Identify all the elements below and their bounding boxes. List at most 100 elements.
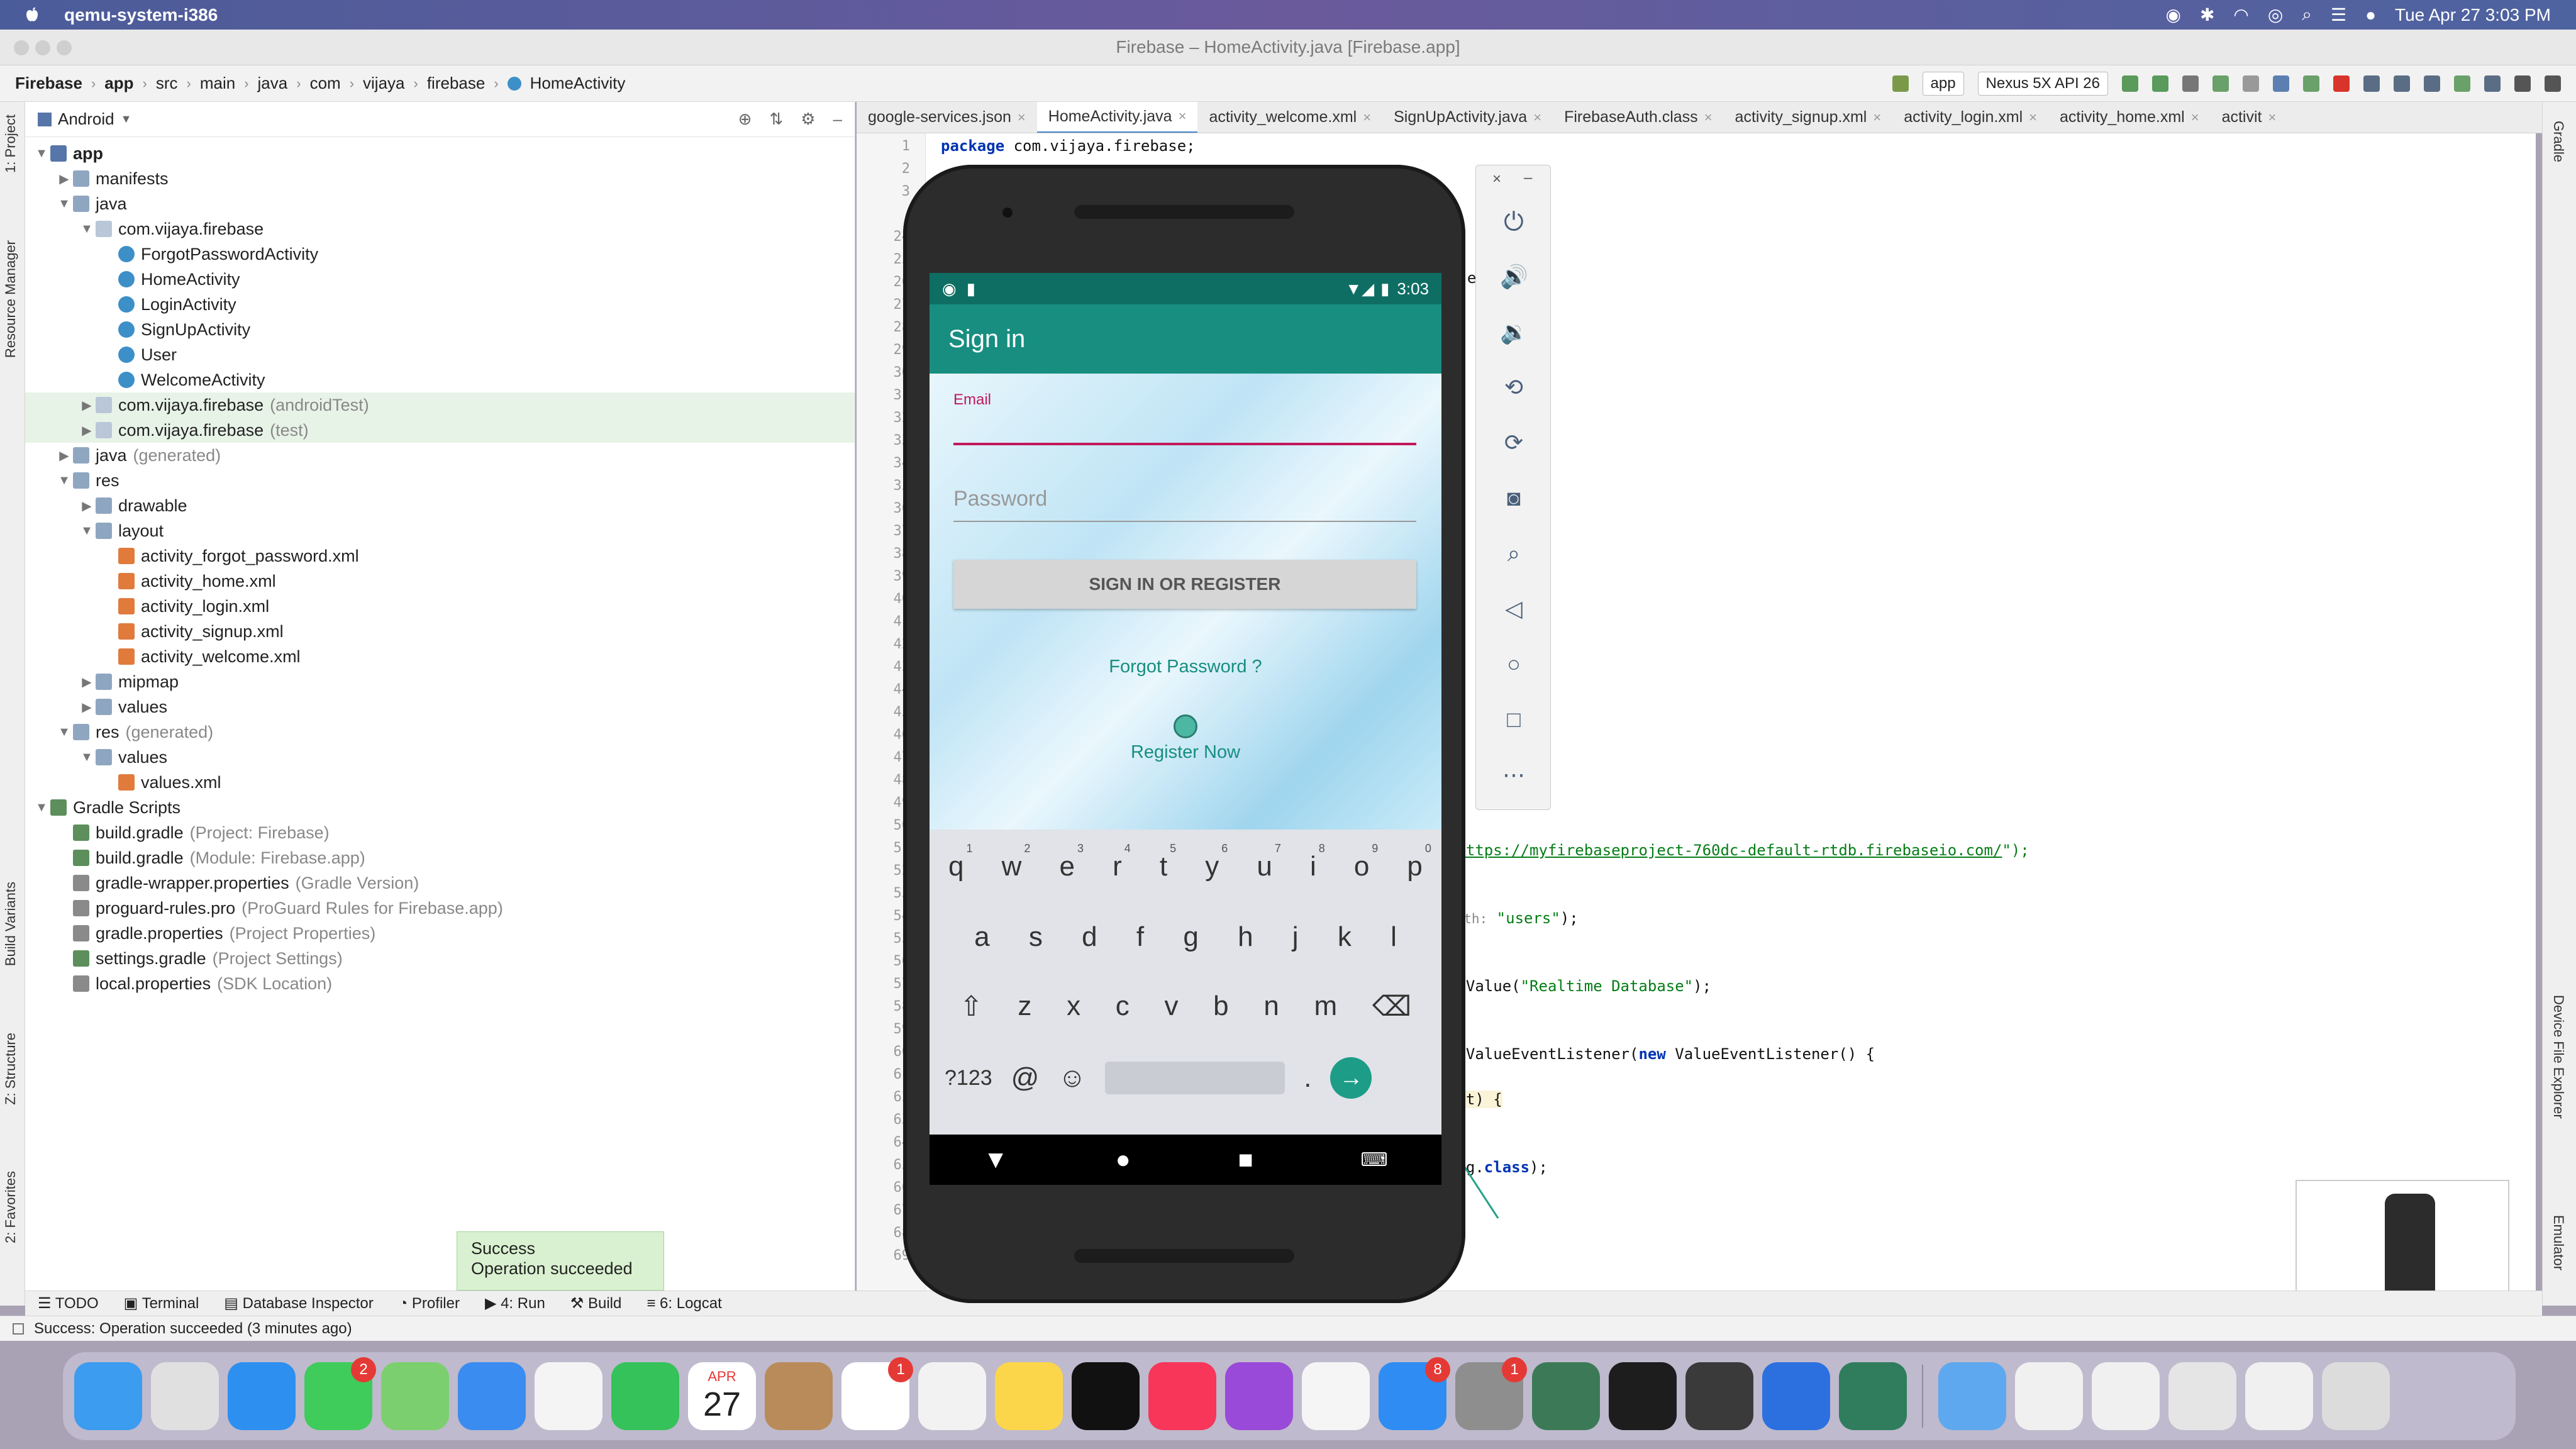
close-tab-icon[interactable]: ×: [1533, 109, 1541, 126]
shift-icon[interactable]: ⇧: [960, 991, 983, 1023]
trash-icon[interactable]: [2322, 1362, 2390, 1430]
emulator-minimize-icon[interactable]: –: [1524, 169, 1532, 187]
finder-icon[interactable]: [74, 1362, 142, 1430]
calendar-icon[interactable]: APR 27: [688, 1362, 756, 1430]
project-tool-tab[interactable]: 1: Project: [3, 114, 19, 173]
window-minimize-button[interactable]: [35, 40, 50, 55]
enter-arrow-icon[interactable]: →: [1330, 1057, 1372, 1099]
tree-item[interactable]: ▼ values: [25, 745, 855, 770]
editor-tab[interactable]: activity_login.xml ×: [1892, 102, 2048, 133]
tree-item[interactable]: ▶ manifests: [25, 166, 855, 191]
editor-tab[interactable]: activit ×: [2211, 102, 2288, 133]
overview-icon[interactable]: □: [1500, 706, 1528, 734]
hammer-build-icon[interactable]: [1892, 75, 1909, 92]
bluetooth-icon[interactable]: ✱: [2200, 4, 2214, 25]
key-period[interactable]: .: [1304, 1062, 1311, 1094]
key-u[interactable]: u7: [1257, 842, 1280, 882]
editor-tab[interactable]: SignUpActivity.java ×: [1382, 102, 1553, 133]
recents-square-icon[interactable]: ■: [1238, 1146, 1253, 1174]
expanded-arrow-icon[interactable]: ▼: [33, 801, 50, 815]
key-symbols[interactable]: ?123: [945, 1066, 992, 1091]
app-store-icon[interactable]: 8: [1379, 1357, 1450, 1430]
breadcrumb-src[interactable]: src: [156, 74, 178, 93]
sync-gradle-icon[interactable]: [2363, 75, 2380, 92]
news-icon[interactable]: [1302, 1362, 1370, 1430]
key-n[interactable]: n: [1263, 991, 1279, 1023]
tree-item[interactable]: ▶ drawable: [25, 493, 855, 518]
panel-gear-icon[interactable]: ⚙: [801, 109, 815, 129]
tree-item[interactable]: activity_login.xml: [25, 594, 855, 619]
key-w[interactable]: w2: [1002, 842, 1031, 882]
breadcrumb-main[interactable]: main: [200, 74, 235, 93]
tree-item[interactable]: ▼ layout: [25, 518, 855, 543]
android-icon[interactable]: [2303, 75, 2319, 92]
menubar-clock[interactable]: Tue Apr 27 3:03 PM: [2395, 5, 2551, 25]
run-config-select[interactable]: app: [1922, 71, 1964, 96]
wifi-icon[interactable]: ◠: [2233, 4, 2248, 25]
tree-item[interactable]: ▼ res: [25, 468, 855, 493]
todo-tool-tab[interactable]: ☰ TODO: [38, 1294, 99, 1313]
spotlight-search-icon[interactable]: ⌕: [2302, 4, 2312, 25]
tree-item[interactable]: HomeActivity: [25, 267, 855, 292]
key-q[interactable]: q1: [948, 842, 972, 882]
tree-item[interactable]: local.properties (SDK Location): [25, 971, 855, 996]
profiler-tab[interactable]: ◔ Profiler: [399, 1295, 460, 1313]
collapse-all-icon[interactable]: ⇅: [769, 109, 783, 129]
sign-in-button[interactable]: SIGN IN OR REGISTER: [953, 560, 1416, 609]
tree-item[interactable]: activity_welcome.xml: [25, 644, 855, 669]
window-1-icon[interactable]: [2015, 1362, 2083, 1430]
close-tab-icon[interactable]: ×: [2191, 109, 2199, 126]
breadcrumb-project[interactable]: Firebase: [15, 74, 82, 93]
layout-inspector-icon[interactable]: [2484, 75, 2501, 92]
breadcrumb-class[interactable]: HomeActivity: [530, 74, 626, 93]
control-center-icon[interactable]: ☰: [2331, 4, 2346, 25]
zoom-icon[interactable]: ⌕: [1500, 540, 1528, 568]
attach-debugger-icon[interactable]: [2273, 75, 2289, 92]
breadcrumb-vijaya[interactable]: vijaya: [363, 74, 404, 93]
tree-item[interactable]: build.gradle (Module: Firebase.app): [25, 845, 855, 870]
tree-item[interactable]: ForgotPasswordActivity: [25, 242, 855, 267]
key-m[interactable]: m: [1314, 991, 1338, 1023]
logcat-tab[interactable]: ≡ 6: Logcat: [647, 1295, 721, 1313]
emulator-app-icon[interactable]: [1839, 1362, 1907, 1430]
sdk-manager-icon[interactable]: [2424, 75, 2440, 92]
home-icon[interactable]: ○: [1500, 651, 1528, 679]
system-preferences-icon[interactable]: 1: [1455, 1357, 1527, 1430]
key-f[interactable]: f: [1136, 921, 1144, 953]
profile-icon[interactable]: [2243, 75, 2259, 92]
tree-item[interactable]: ▶ mipmap: [25, 669, 855, 694]
breadcrumb-java[interactable]: java: [258, 74, 288, 93]
messages-icon[interactable]: 2: [304, 1357, 376, 1430]
favorites-tab[interactable]: 2: Favorites: [3, 1171, 19, 1243]
volume-down-icon[interactable]: 🔉: [1500, 319, 1528, 347]
apply-changes-icon[interactable]: [2152, 75, 2168, 92]
window-4-icon[interactable]: [2245, 1362, 2313, 1430]
key-s[interactable]: s: [1029, 921, 1043, 953]
device-manager-icon[interactable]: [2454, 75, 2470, 92]
collapsed-arrow-icon[interactable]: ▶: [78, 699, 96, 715]
tree-item[interactable]: proguard-rules.pro (ProGuard Rules for Fi…: [25, 896, 855, 921]
collapsed-arrow-icon[interactable]: ▶: [78, 423, 96, 438]
window-close-button[interactable]: [14, 40, 29, 55]
tv-icon[interactable]: [1072, 1362, 1140, 1430]
breadcrumb-com[interactable]: com: [310, 74, 341, 93]
tree-item[interactable]: ▼ res (generated): [25, 719, 855, 745]
power-icon[interactable]: ⏻: [1500, 208, 1528, 236]
status-message[interactable]: Success: Operation succeeded (3 minutes …: [34, 1320, 352, 1338]
key-t[interactable]: t5: [1160, 842, 1176, 882]
search-everywhere-icon[interactable]: [2514, 75, 2531, 92]
collapsed-arrow-icon[interactable]: ▶: [78, 498, 96, 514]
tree-item[interactable]: WelcomeActivity: [25, 367, 855, 392]
screenshot-camera-icon[interactable]: ◙: [1500, 485, 1528, 513]
avd-manager-icon[interactable]: [2394, 75, 2410, 92]
android-studio-icon[interactable]: [1532, 1362, 1600, 1430]
settings-gear-icon[interactable]: [2545, 75, 2561, 92]
password-input[interactable]: Password: [953, 487, 1416, 522]
breadcrumb-module[interactable]: app: [104, 74, 133, 93]
tree-item[interactable]: settings.gradle (Project Settings): [25, 946, 855, 971]
backspace-icon[interactable]: ⌫: [1372, 991, 1411, 1023]
success-notification[interactable]: Success Operation succeeded: [457, 1231, 664, 1291]
emoji-icon[interactable]: ☺: [1058, 1062, 1086, 1094]
window-3-icon[interactable]: [2168, 1362, 2236, 1430]
forgot-password-link[interactable]: Forgot Password ?: [930, 657, 1441, 677]
